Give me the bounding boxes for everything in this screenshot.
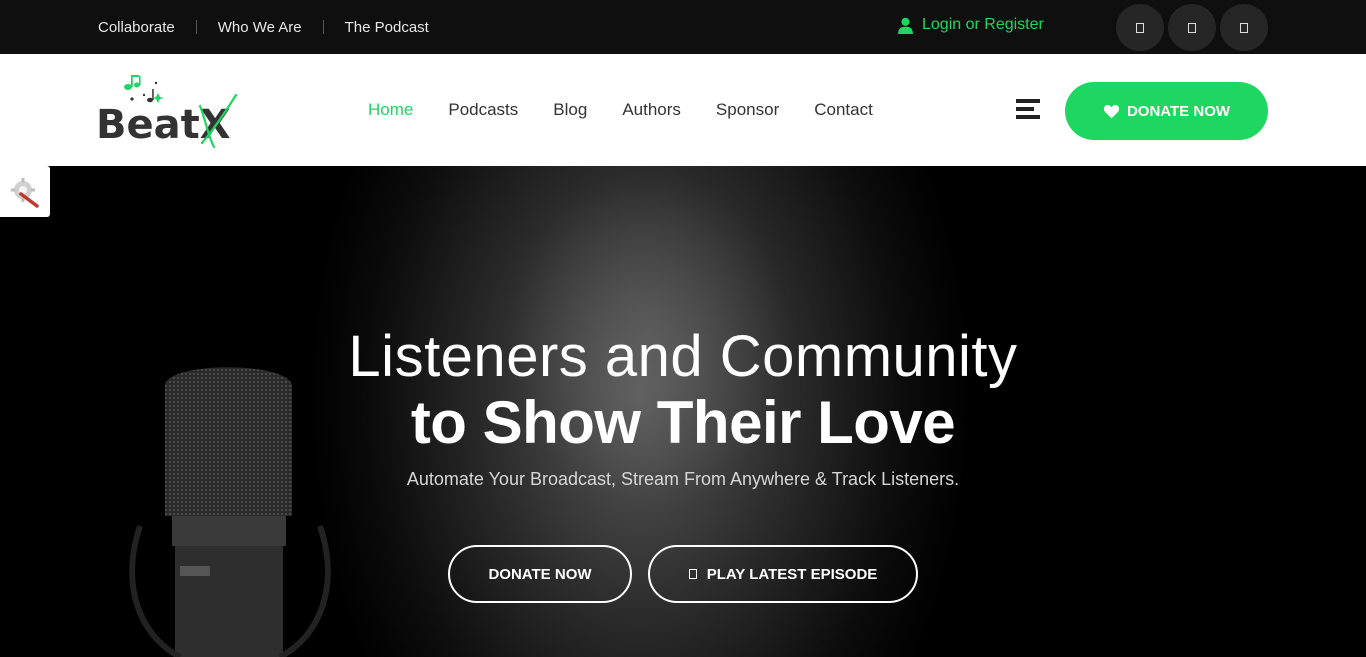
social-icon-2	[1188, 22, 1196, 33]
top-bar: Collaborate Who We Are The Podcast Login…	[0, 0, 1366, 54]
user-icon	[898, 17, 913, 34]
divider	[195, 20, 197, 34]
main-nav: Home Podcasts Blog Authors Sponsor Conta…	[368, 54, 908, 166]
social-button-2[interactable]	[1168, 4, 1216, 51]
nav-authors[interactable]: Authors	[622, 100, 681, 120]
donate-now-label: DONATE NOW	[1126, 102, 1231, 120]
nav-podcasts[interactable]: Podcasts	[448, 100, 518, 120]
hamburger-menu-icon[interactable]	[1016, 99, 1040, 121]
play-icon	[688, 569, 697, 579]
nav-sponsor[interactable]: Sponsor	[716, 100, 779, 120]
top-link-the-podcast[interactable]: The Podcast	[345, 19, 429, 36]
top-link-who-we-are[interactable]: Who We Are	[218, 19, 302, 36]
social-button-1[interactable]	[1116, 4, 1164, 51]
hero-donate-label: DONATE NOW	[488, 565, 592, 583]
divider	[322, 20, 324, 34]
hero-subtitle: Automate Your Broadcast, Stream From Any…	[406, 469, 960, 489]
main-header: BeatX Home Podcasts Blog Authors Sponsor…	[0, 54, 1366, 166]
login-label: Login or Register	[922, 16, 1044, 33]
settings-gear-icon	[11, 177, 39, 208]
nav-blog[interactable]: Blog	[553, 100, 587, 120]
top-links: Collaborate Who We Are The Podcast	[98, 0, 429, 54]
login-register-link[interactable]: Login or Register	[897, 16, 1044, 34]
beatx-logo[interactable]: BeatX	[96, 71, 242, 151]
heart-icon	[1103, 104, 1120, 118]
nav-contact[interactable]: Contact	[814, 100, 873, 120]
nav-home[interactable]: Home	[368, 100, 413, 120]
hero-section: Listeners and Community to Show Their Lo…	[0, 166, 1366, 657]
donate-now-button[interactable]: DONATE NOW	[1065, 82, 1268, 140]
hero-title-line1: Listeners and Community	[348, 324, 1018, 389]
social-button-3[interactable]	[1220, 4, 1268, 51]
hero-donate-now-button[interactable]: DONATE NOW	[448, 545, 632, 603]
top-link-collaborate[interactable]: Collaborate	[98, 19, 175, 36]
social-icon-3	[1240, 22, 1248, 33]
settings-side-tab[interactable]	[0, 166, 50, 217]
play-latest-episode-button[interactable]: PLAY LATEST EPISODE	[648, 545, 918, 603]
social-icon-1	[1136, 22, 1144, 33]
hero-title-line2: to Show Their Love	[410, 389, 956, 456]
play-latest-episode-label: PLAY LATEST EPISODE	[706, 565, 878, 583]
